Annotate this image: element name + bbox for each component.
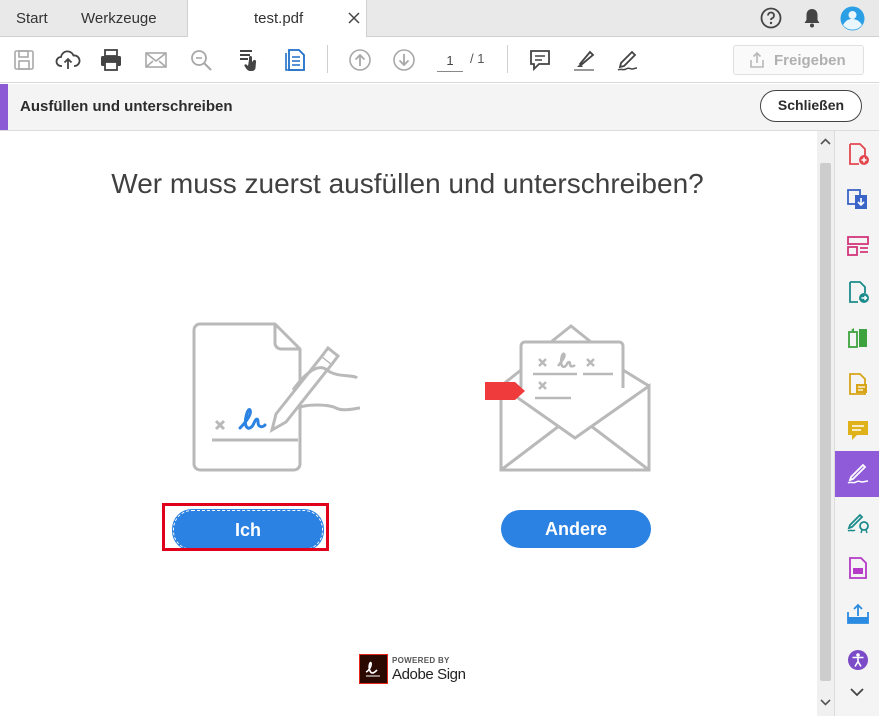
upload-cloud-icon[interactable] <box>55 47 81 73</box>
previous-page-icon[interactable] <box>347 47 373 73</box>
share-icon <box>750 51 764 68</box>
sign-pen-icon[interactable] <box>615 47 641 73</box>
email-icon[interactable] <box>143 47 169 73</box>
focus-highlight-box <box>162 503 329 551</box>
vertical-scrollbar[interactable] <box>817 131 834 716</box>
powered-by-label: POWERED BY <box>392 656 450 665</box>
fill-sign-tool-active[interactable] <box>835 451 879 497</box>
highlight-icon[interactable] <box>571 47 597 73</box>
print-icon[interactable] <box>98 47 124 73</box>
tab-start[interactable]: Start <box>16 0 48 37</box>
select-tool-icon[interactable] <box>236 47 262 73</box>
close-tool-button[interactable]: Schließen <box>760 90 862 122</box>
next-page-icon[interactable] <box>391 47 417 73</box>
create-pdf-icon[interactable] <box>846 142 870 166</box>
page-number-input[interactable] <box>437 49 463 72</box>
adobe-sign-logo-icon <box>359 654 388 684</box>
tool-accent-stripe <box>0 84 8 130</box>
tab-document-label: test.pdf <box>254 10 304 27</box>
tool-title: Ausfüllen und unterschreiben <box>20 98 233 115</box>
fill-sign-tool-icon <box>847 463 869 484</box>
page-heading: Wer muss zuerst ausfüllen und unterschre… <box>111 168 704 199</box>
others-sign-illustration <box>485 324 651 472</box>
scroll-thumb[interactable] <box>820 163 831 681</box>
tab-document[interactable]: test.pdf <box>187 0 367 38</box>
notification-bell-icon[interactable] <box>802 7 822 29</box>
send-for-signature-icon[interactable] <box>846 510 870 534</box>
powered-by-adobe-sign: POWERED BY Adobe Sign <box>359 654 469 686</box>
scan-icon[interactable] <box>846 372 870 396</box>
fill-sign-header: Ausfüllen und unterschreiben Schließen <box>0 84 879 131</box>
share-label: Freigeben <box>774 52 846 69</box>
tab-tools[interactable]: Werkzeuge <box>81 0 157 37</box>
page-total-label: / 1 <box>470 51 485 66</box>
comment-tool-icon[interactable] <box>846 418 870 442</box>
comment-icon[interactable] <box>527 47 553 73</box>
send-review-icon[interactable] <box>846 602 870 626</box>
protect-pdf-icon[interactable] <box>846 556 870 580</box>
export-pdf-icon[interactable] <box>846 280 870 304</box>
profile-avatar-icon[interactable] <box>840 6 865 31</box>
others-first-button[interactable]: Andere <box>501 510 651 548</box>
right-tools-panel <box>834 131 879 716</box>
share-button[interactable]: Freigeben <box>733 45 864 75</box>
combine-files-icon[interactable] <box>846 188 870 212</box>
toolbar-separator <box>327 45 328 73</box>
edit-pdf-icon[interactable] <box>846 326 870 350</box>
close-tab-icon[interactable] <box>348 12 360 24</box>
adobe-sign-label: Adobe Sign <box>392 666 466 683</box>
zoom-icon[interactable] <box>188 47 214 73</box>
accessibility-icon[interactable] <box>846 648 870 672</box>
scroll-down-arrow-icon[interactable] <box>820 697 831 707</box>
panel-expand-chevron-icon[interactable] <box>850 687 864 697</box>
page-tool-icon[interactable] <box>283 47 309 73</box>
scroll-up-arrow-icon[interactable] <box>820 137 831 147</box>
tab-bar: Start Werkzeuge test.pdf <box>0 0 879 38</box>
document-toolbar: / 1 Freigeben <box>0 37 879 83</box>
save-icon[interactable] <box>11 47 37 73</box>
help-icon[interactable] <box>760 7 782 29</box>
organize-pages-icon[interactable] <box>846 234 870 258</box>
toolbar-separator <box>507 45 508 73</box>
self-sign-illustration <box>192 322 360 472</box>
